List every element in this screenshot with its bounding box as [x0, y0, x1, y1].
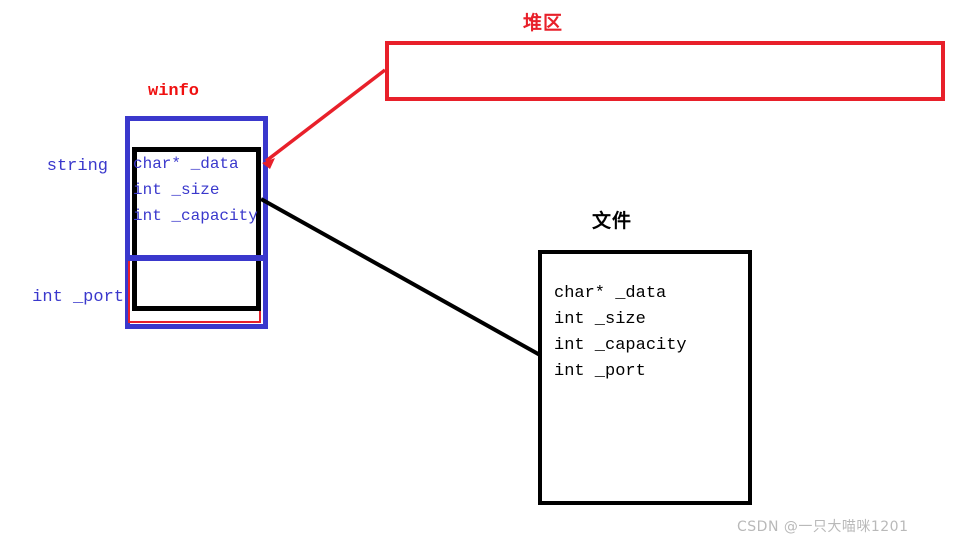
- diagram-canvas: 堆区 winfo char* _data int _size int _capa…: [0, 0, 968, 538]
- winfo-annotation-string: string: [46, 157, 108, 176]
- file-field-size: int _size: [554, 310, 646, 329]
- winfo-field-data: char* _data: [133, 155, 239, 173]
- csdn-watermark: CSDN @一只大喵咪1201: [737, 519, 909, 535]
- heap-pointer-line: [264, 68, 387, 163]
- file-field-list: char* _data int _size int _capacity int …: [554, 281, 687, 385]
- winfo-title: winfo: [148, 82, 200, 101]
- winfo-file-link-line: [260, 197, 541, 357]
- winfo-field-capacity: int _capacity: [133, 207, 258, 225]
- heap-title: 堆区: [523, 12, 564, 34]
- heap-region-box: [385, 41, 945, 101]
- file-field-capacity: int _capacity: [554, 336, 687, 355]
- file-field-port: int _port: [554, 362, 646, 381]
- file-field-data: char* _data: [554, 284, 667, 303]
- file-title: 文件: [592, 210, 633, 232]
- winfo-field-size: int _size: [133, 181, 220, 199]
- winfo-field-list: char* _data int _size int _capacity: [133, 151, 283, 229]
- winfo-annotation-port: int _port: [32, 288, 124, 307]
- winfo-section-divider: [127, 255, 266, 261]
